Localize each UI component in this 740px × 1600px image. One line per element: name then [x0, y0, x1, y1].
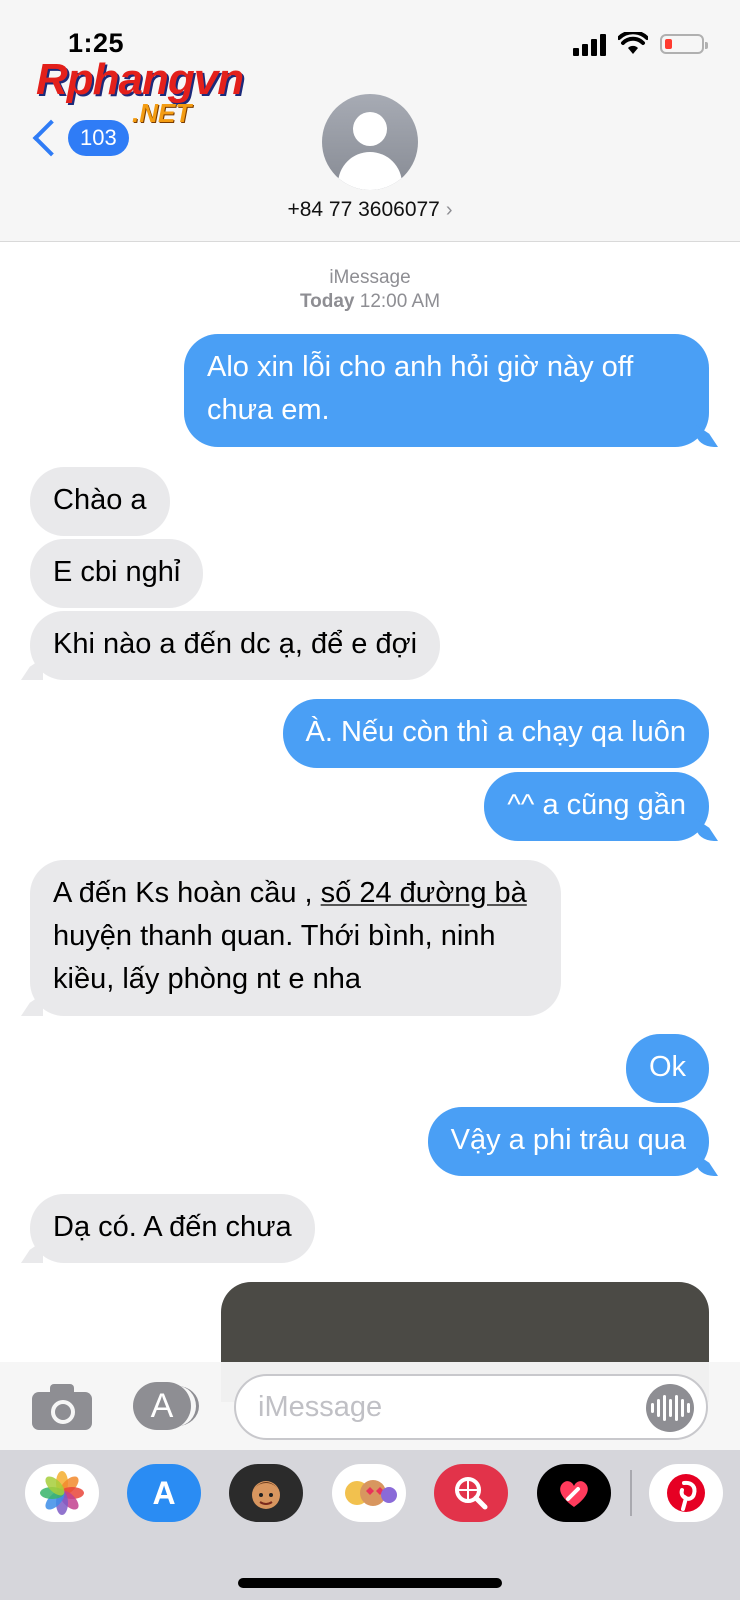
message-text: Ok — [648, 1051, 686, 1083]
message-text: Alo xin lỗi cho anh hỏi giờ này off chưa… — [207, 351, 634, 426]
thread-time: 12:00 AM — [359, 291, 441, 312]
message-text: A đến Ks hoàn cầu , — [53, 877, 321, 909]
thread-timestamp: iMessage Today 12:00 AM — [0, 266, 740, 314]
pinterest-icon[interactable] — [649, 1464, 723, 1522]
person-icon — [353, 112, 387, 146]
message-bubble-incoming[interactable]: Khi nào a đến dc ạ, để e đợi — [30, 611, 441, 680]
message-text: Dạ có. A đến chưa — [53, 1211, 292, 1243]
service-label: iMessage — [329, 267, 411, 288]
imessage-app-drawer: A — [0, 1450, 740, 1600]
digital-touch-icon[interactable] — [537, 1464, 611, 1522]
address-link[interactable]: số 24 đường bà — [321, 877, 527, 909]
message-text: ^^ a cũng gần — [507, 789, 686, 821]
contact-number: +84 77 3606077 — [287, 198, 440, 221]
message-bubble-outgoing[interactable]: Alo xin lỗi cho anh hỏi giờ này off chưa… — [184, 334, 709, 447]
watermark-logo: Rphangvn .NET — [36, 58, 266, 128]
drawer-divider — [630, 1470, 632, 1516]
message-bubble-incoming[interactable]: Chào a — [30, 467, 170, 536]
animoji-stickers-icon[interactable] — [332, 1464, 406, 1522]
chevron-left-icon — [32, 119, 70, 157]
message-text: huyện thanh quan. Thới bình, ninh kiều, … — [53, 920, 496, 995]
message-bubble-incoming[interactable]: E cbi nghỉ — [30, 539, 204, 608]
message-text: À. Nếu còn thì a chạy qa luôn — [305, 716, 686, 748]
message-bubble-incoming[interactable]: Dạ có. A đến chưa — [30, 1194, 315, 1263]
conversation-header: 1:25 Rphangvn .NET 103 +84 77 3606077 › — [0, 0, 740, 242]
camera-icon[interactable] — [32, 1384, 92, 1430]
message-bubble-incoming[interactable]: A đến Ks hoàn cầu , số 24 đường bà huyện… — [30, 860, 561, 1016]
message-input[interactable]: iMessage — [234, 1374, 708, 1440]
memoji-icon[interactable] — [229, 1464, 303, 1522]
contact-avatar[interactable] — [322, 94, 418, 190]
message-bubble-outgoing[interactable]: ^^ a cũng gần — [484, 772, 709, 841]
status-icons — [573, 32, 708, 56]
compose-bar: A iMessage — [0, 1362, 740, 1450]
message-input-placeholder: iMessage — [258, 1391, 383, 1423]
message-text: E cbi nghỉ — [53, 556, 181, 588]
battery-low-icon — [660, 34, 708, 54]
message-text: Chào a — [53, 484, 147, 516]
thread-day: Today — [299, 291, 355, 312]
app-store-icon[interactable]: A — [127, 1464, 201, 1522]
watermark-sub: .NET — [132, 98, 192, 128]
contact-name[interactable]: +84 77 3606077 › — [0, 198, 740, 222]
home-indicator[interactable] — [238, 1578, 502, 1588]
audio-message-icon[interactable] — [646, 1384, 694, 1432]
watermark-main: Rphangvn — [36, 55, 244, 104]
image-search-icon[interactable] — [434, 1464, 508, 1522]
message-text: Vậy a phi trâu qua — [450, 1124, 686, 1156]
chevron-right-icon: › — [445, 199, 453, 221]
back-button[interactable]: 103 — [30, 119, 129, 157]
app-store-icon[interactable]: A — [133, 1382, 199, 1430]
wifi-icon — [618, 32, 648, 54]
unread-count-badge: 103 — [68, 120, 129, 156]
message-bubble-outgoing[interactable]: À. Nếu còn thì a chạy qa luôn — [282, 699, 709, 768]
message-bubble-outgoing[interactable]: Ok — [625, 1034, 709, 1103]
message-bubble-outgoing[interactable]: Vậy a phi trâu qua — [427, 1107, 709, 1176]
cellular-signal-icon — [573, 32, 606, 56]
photos-icon[interactable] — [25, 1464, 99, 1522]
message-text: Khi nào a đến dc ạ, để e đợi — [53, 628, 418, 660]
